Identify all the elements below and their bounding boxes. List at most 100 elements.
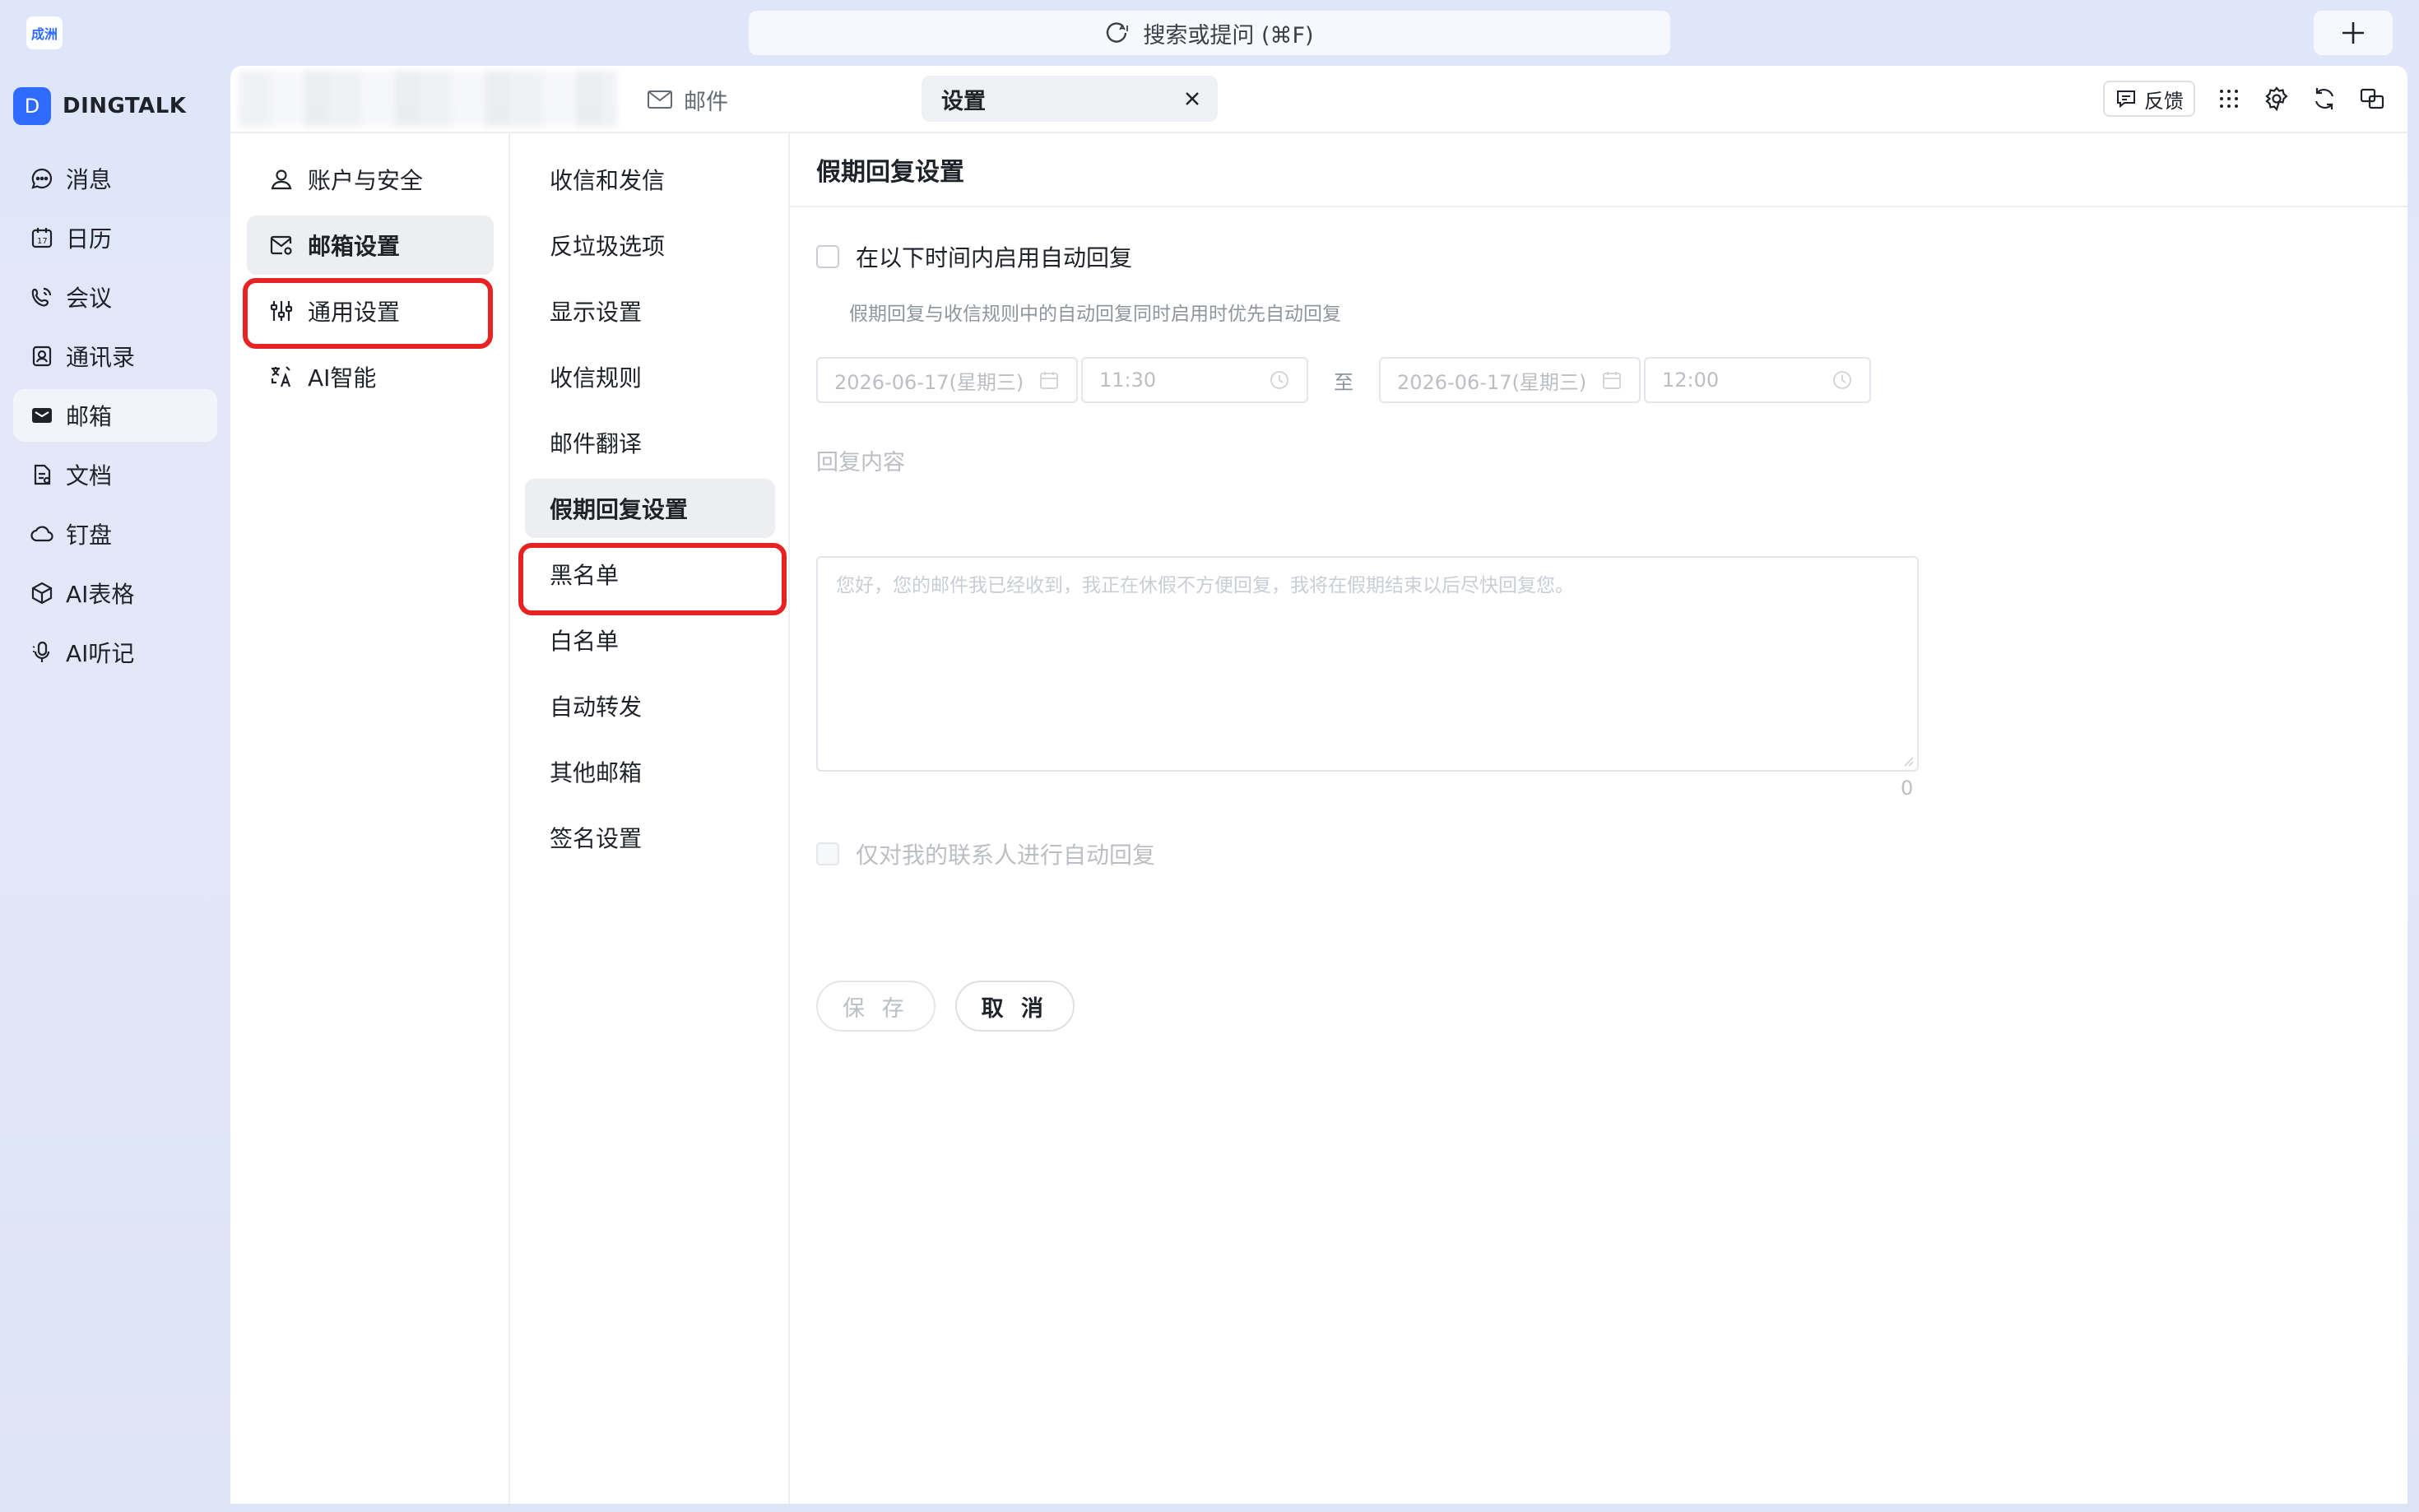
nav-label: 日历 [66,225,113,253]
submenu-mail-translation[interactable]: 邮件翻译 [525,413,775,472]
category-account-security[interactable]: 账户与安全 [247,150,494,209]
feedback-label: 反馈 [2144,89,2184,113]
cloud-disk-icon [30,526,53,542]
nav-label: 邮箱 [66,403,113,430]
category-label: 邮箱设置 [308,233,401,260]
vacation-reply-content: 假期回复设置 在以下时间内启用自动回复 假期回复与收信规则中的自动回复同时启用时… [790,133,2407,1504]
plus-icon [2342,22,2364,44]
reply-char-count: 0 [1901,777,1914,800]
left-navigation: D DINGTALK 消息 17 日历 会议 通讯录 邮箱 文档 钉盘 AI表格… [0,66,230,1512]
submenu-other-mailboxes[interactable]: 其他邮箱 [525,742,775,801]
brand[interactable]: D DINGTALK [13,87,186,125]
contacts-only-checkbox[interactable] [816,842,839,865]
ai-notes-icon [32,641,50,662]
category-ai[interactable]: AI智能 [247,347,494,406]
tab-mail[interactable]: 邮件 [646,79,728,120]
contacts-only-row: 仅对我的联系人进行自动回复 [816,837,1155,870]
tab-settings[interactable]: 设置 [922,76,1218,122]
nav-item-contacts[interactable]: 通讯录 [13,330,217,383]
submenu-send-receive[interactable]: 收信和发信 [525,150,775,209]
page-title: 假期回复设置 [790,133,2407,207]
svg-text:17: 17 [37,237,48,246]
category-label: 账户与安全 [308,167,424,194]
reply-content-label: 回复内容 [816,450,905,475]
refresh-icon[interactable] [2310,85,2338,113]
start-time-value: 11:30 [1099,369,1157,392]
start-date-picker[interactable]: 2026-06-17(星期三) [816,357,1078,403]
enable-auto-reply-row: 在以下时间内启用自动回复 [816,240,1132,273]
nav-item-ai-notes[interactable]: AI听记 [13,626,217,679]
gear-icon[interactable] [2263,85,2291,113]
ai-translate-icon [271,366,291,387]
top-actions: 反馈 [2103,81,2386,117]
enable-auto-reply-checkbox[interactable] [816,245,839,268]
nav-item-calendar[interactable]: 17 日历 [13,211,217,264]
calendar-icon [1603,372,1621,389]
tab-mail-label: 邮件 [684,89,728,115]
envelope-icon [648,90,672,109]
nav-label: AI表格 [66,581,135,608]
message-icon [31,168,53,189]
nav-item-cloud-disk[interactable]: 钉盘 [13,508,217,560]
cancel-button[interactable]: 取 消 [954,981,1075,1032]
nav-label: 消息 [66,166,113,193]
blurred-account-info [239,71,617,127]
mail-settings-icon [270,235,292,255]
clock-icon [1833,371,1851,389]
category-label: 通用设置 [308,299,401,326]
tab-settings-label: 设置 [941,88,986,114]
mail-settings-list: 收信和发信 反垃圾选项 显示设置 收信规则 邮件翻译 假期回复设置 黑名单 白名… [525,150,775,874]
nav-list: 消息 17 日历 会议 通讯录 邮箱 文档 钉盘 AI表格 AI听记 [13,152,217,685]
top-bar: 成洲 搜索或提问 (⌘F) [0,0,2419,66]
calendar-icon [1040,372,1058,389]
mail-settings-panel: 收信和发信 反垃圾选项 显示设置 收信规则 邮件翻译 假期回复设置 黑名单 白名… [510,133,790,1504]
settings-category-panel: 账户与安全 邮箱设置 通用设置 AI智能 [230,133,510,1504]
category-mail-settings[interactable]: 邮箱设置 [247,216,494,275]
submenu-anti-spam[interactable]: 反垃圾选项 [525,216,775,275]
reply-content-textarea[interactable]: 您好，您的邮件我已经收到，我正在休假不方便回复，我将在假期结束以后尽快回复您。 [816,556,1919,772]
nav-item-mail[interactable]: 邮箱 [13,389,217,442]
global-search-bar[interactable]: 搜索或提问 (⌘F) [749,11,1670,55]
brand-name: DINGTALK [63,94,187,118]
form-actions: 保 存 取 消 [816,981,1075,1032]
save-button[interactable]: 保 存 [816,981,936,1032]
apps-grid-icon[interactable] [2215,85,2243,113]
end-date-picker[interactable]: 2026-06-17(星期三) [1379,357,1641,403]
category-general-settings[interactable]: 通用设置 [247,281,494,341]
submenu-whitelist[interactable]: 白名单 [525,610,775,670]
submenu-display-settings[interactable]: 显示设置 [525,281,775,341]
start-date-value: 2026-06-17(星期三) [834,370,1024,394]
priority-hint: 假期回复与收信规则中的自动回复同时启用时优先自动回复 [849,304,1341,325]
nav-label: 会议 [66,285,113,312]
nav-item-messages[interactable]: 消息 [13,152,217,205]
document-icon [34,464,51,485]
org-logo[interactable]: 成洲 [26,16,63,49]
ai-search-icon [1107,22,1129,43]
date-range-row: 2026-06-17(星期三) 11:30 至 2026-06-17(星期三) … [816,357,1871,403]
submenu-blacklist[interactable]: 黑名单 [525,545,775,604]
contacts-icon [32,346,52,367]
contacts-only-label[interactable]: 仅对我的联系人进行自动回复 [856,837,1155,870]
new-button[interactable] [2314,11,2393,55]
submenu-vacation-reply[interactable]: 假期回复设置 [525,479,775,538]
submenu-receive-rules[interactable]: 收信规则 [525,347,775,406]
resize-handle-icon[interactable] [1902,755,1914,767]
nav-label: AI听记 [66,640,135,667]
start-time-picker[interactable]: 11:30 [1081,357,1308,403]
nav-item-documents[interactable]: 文档 [13,448,217,501]
submenu-auto-forward[interactable]: 自动转发 [525,676,775,735]
ai-table-icon [31,582,53,605]
submenu-signature-settings[interactable]: 签名设置 [525,808,775,867]
feedback-button[interactable]: 反馈 [2103,81,2195,117]
end-time-picker[interactable]: 12:00 [1644,357,1871,403]
nav-item-meetings[interactable]: 会议 [13,271,217,323]
nav-item-ai-table[interactable]: AI表格 [13,567,217,619]
feedback-icon [2117,90,2135,109]
enable-auto-reply-label[interactable]: 在以下时间内启用自动回复 [856,240,1132,273]
end-time-value: 12:00 [1662,369,1720,392]
meeting-icon [31,287,52,307]
mail-icon [32,408,52,423]
nav-label: 通讯录 [66,344,136,371]
window-switch-icon[interactable] [2358,85,2386,113]
close-icon[interactable] [1182,88,1203,109]
